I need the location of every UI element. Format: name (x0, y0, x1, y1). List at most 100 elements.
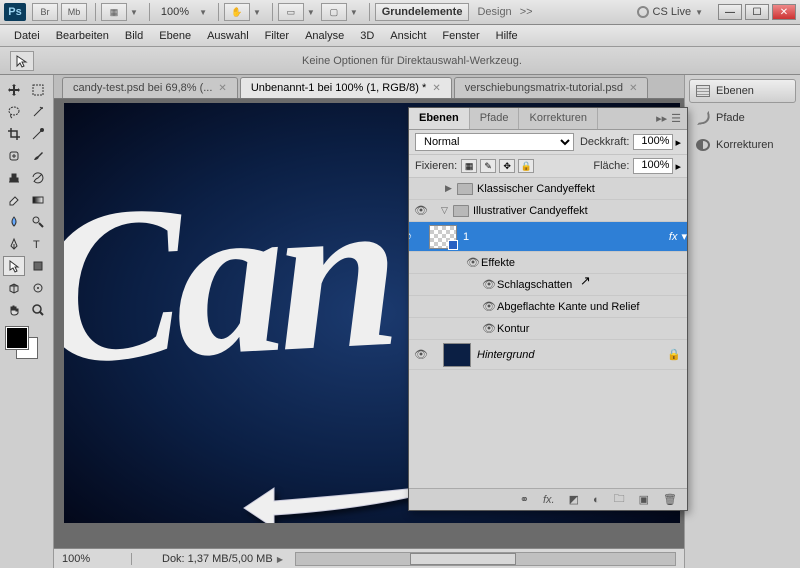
minibridge-button[interactable]: Mb (61, 3, 87, 21)
menu-ebene[interactable]: Ebene (151, 27, 199, 45)
menu-ansicht[interactable]: Ansicht (382, 27, 434, 45)
layer-group-1[interactable]: ▶ Klassischer Candyeffekt (409, 178, 687, 200)
visibility-toggle[interactable]: 👁 (465, 256, 481, 269)
dock-pfade-button[interactable]: Pfade (689, 106, 796, 130)
effect-schlagschatten[interactable]: 👁 Schlagschatten (409, 274, 687, 296)
layer-selected[interactable]: 👁 1 fx ▾ (409, 222, 687, 252)
panel-menu[interactable]: ▸▸☰ (650, 108, 687, 129)
marquee-tool[interactable] (27, 80, 49, 100)
tab-close-icon[interactable]: ✕ (432, 83, 440, 94)
lock-all-icon[interactable]: 🔒 (518, 159, 534, 173)
dock-ebenen-button[interactable]: Ebenen (689, 79, 796, 103)
flyout-menu-icon[interactable]: ☰ (671, 112, 681, 125)
cslive-button[interactable]: CS Live ▼ (631, 6, 715, 18)
dock-korrekturen-button[interactable]: Korrekturen (689, 133, 796, 157)
visibility-toggle[interactable]: 👁 (481, 278, 497, 291)
layer-mask-icon[interactable]: ◩ (569, 493, 579, 506)
layer-effects[interactable]: 👁 Effekte (409, 252, 687, 274)
heal-tool[interactable] (3, 146, 25, 166)
lasso-tool[interactable] (3, 102, 25, 122)
adjustment-layer-icon[interactable]: ◐ (593, 494, 600, 506)
layer-name[interactable]: Hintergrund (477, 349, 667, 361)
eraser-tool[interactable] (3, 190, 25, 210)
dropdown-arrow-icon[interactable]: ▼ (199, 8, 207, 17)
delete-layer-icon[interactable]: 🗑 (663, 493, 677, 506)
layer-hintergrund[interactable]: 👁 Hintergrund 🔒 (409, 340, 687, 370)
lock-transparency-icon[interactable]: ▦ (461, 159, 477, 173)
arrange-button[interactable]: ▭ (278, 3, 304, 21)
workspace-other[interactable]: Design (473, 4, 515, 20)
horizontal-scrollbar[interactable] (295, 552, 676, 566)
view-extras-button[interactable]: ▦ (101, 3, 127, 21)
menu-filter[interactable]: Filter (257, 27, 297, 45)
color-swatches[interactable] (6, 327, 42, 363)
opacity-value[interactable]: 100% (633, 134, 673, 150)
expand-icon[interactable]: ▶ (445, 183, 457, 194)
move-tool[interactable] (3, 80, 25, 100)
visibility-toggle[interactable]: 👁 (409, 230, 413, 243)
menu-auswahl[interactable]: Auswahl (199, 27, 257, 45)
expand-effects-icon[interactable]: ▾ (681, 230, 687, 243)
3d-tool[interactable] (3, 278, 25, 298)
menu-bild[interactable]: Bild (117, 27, 151, 45)
shape-tool[interactable] (27, 256, 49, 276)
menu-fenster[interactable]: Fenster (434, 27, 487, 45)
visibility-toggle[interactable]: 👁 (413, 348, 429, 361)
workspace-more[interactable]: >> (516, 4, 537, 20)
zoom-level[interactable]: 100% (155, 6, 195, 18)
visibility-toggle[interactable]: 👁 (481, 300, 497, 313)
eyedropper-tool[interactable] (27, 124, 49, 144)
lock-position-icon[interactable]: ✥ (499, 159, 515, 173)
close-button[interactable]: ✕ (772, 4, 796, 20)
link-layers-icon[interactable]: ⚭ (520, 493, 529, 506)
wand-tool[interactable] (27, 102, 49, 122)
layer-group-2[interactable]: 👁 ▽ Illustrativer Candyeffekt (409, 200, 687, 222)
hand-tool-button[interactable]: ✋ (224, 3, 250, 21)
fx-badge[interactable]: fx (669, 231, 678, 243)
layer-thumbnail[interactable] (443, 343, 471, 367)
effect-bevel[interactable]: 👁 Abgeflachte Kante und Relief (409, 296, 687, 318)
expand-icon[interactable]: ▽ (441, 205, 453, 216)
brush-tool[interactable] (27, 146, 49, 166)
scrollbar-thumb[interactable] (410, 553, 516, 565)
layer-name[interactable]: Illustrativer Candyeffekt (473, 205, 687, 217)
new-layer-icon[interactable]: ▣ (639, 493, 649, 506)
dropdown-arrow-icon[interactable]: ▼ (253, 8, 261, 17)
crop-tool[interactable] (3, 124, 25, 144)
dropdown-arrow-icon[interactable]: ▼ (130, 8, 138, 17)
maximize-button[interactable]: ☐ (745, 4, 769, 20)
layer-style-icon[interactable]: fx. (543, 494, 555, 506)
tab-close-icon[interactable]: ✕ (629, 83, 637, 94)
layer-name[interactable]: Klassischer Candyeffekt (477, 183, 687, 195)
menu-3d[interactable]: 3D (352, 27, 382, 45)
visibility-toggle[interactable]: 👁 (413, 204, 429, 217)
doc-tab-2[interactable]: Unbenannt-1 bei 100% (1, RGB/8) *✕ (240, 77, 452, 98)
bridge-button[interactable]: Br (32, 3, 58, 21)
tab-ebenen[interactable]: Ebenen (409, 108, 470, 129)
doc-tab-1[interactable]: candy-test.psd bei 69,8% (...✕ (62, 77, 238, 98)
workspace-selector[interactable]: Grundelemente (375, 3, 470, 21)
3d-camera-tool[interactable] (27, 278, 49, 298)
gradient-tool[interactable] (27, 190, 49, 210)
blend-mode-select[interactable]: Normal (415, 133, 574, 151)
status-docinfo[interactable]: Dok: 1,37 MB/5,00 MB (162, 553, 283, 565)
hand-tool[interactable] (3, 300, 25, 320)
tab-pfade[interactable]: Pfade (470, 108, 520, 129)
menu-bearbeiten[interactable]: Bearbeiten (48, 27, 117, 45)
fill-value[interactable]: 100% (633, 158, 673, 174)
pen-tool[interactable] (3, 234, 25, 254)
menu-analyse[interactable]: Analyse (297, 27, 352, 45)
visibility-toggle[interactable]: 👁 (481, 322, 497, 335)
direct-selection-tool[interactable] (3, 256, 25, 276)
status-zoom[interactable]: 100% (62, 553, 132, 565)
layers-panel[interactable]: Ebenen Pfade Korrekturen ▸▸☰ Normal Deck… (408, 107, 688, 511)
menu-datei[interactable]: Datei (6, 27, 48, 45)
dodge-tool[interactable] (27, 212, 49, 232)
screenmode-button[interactable]: ▢ (321, 3, 347, 21)
layer-thumbnail[interactable] (429, 225, 457, 249)
current-tool-icon[interactable] (10, 51, 34, 71)
layer-name[interactable]: 1 (463, 231, 669, 243)
tab-close-icon[interactable]: ✕ (218, 83, 226, 94)
history-brush-tool[interactable] (27, 168, 49, 188)
new-group-icon[interactable]: 🗀 (614, 490, 625, 509)
